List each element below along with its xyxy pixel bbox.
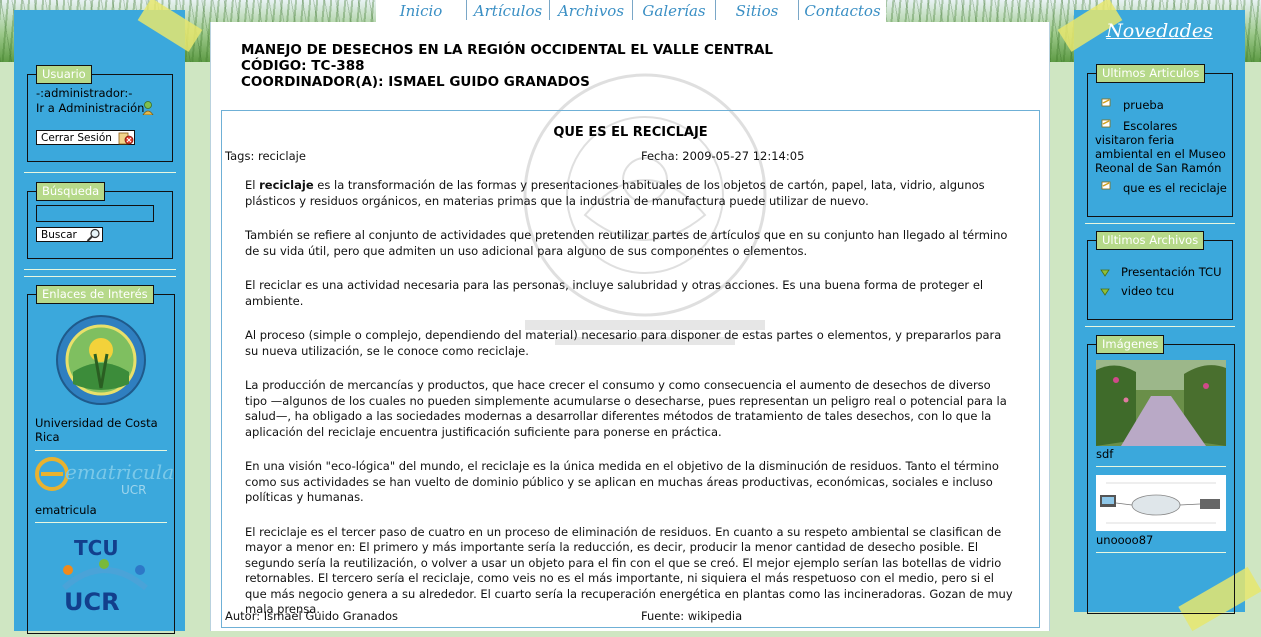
article-paragraph: El reciclaje es el tercer paso de cuatro…	[245, 524, 1013, 617]
divider	[24, 172, 176, 173]
article-date: Fecha: 2009-05-27 12:14:05	[641, 149, 805, 163]
ultimos-archivos-panel	[1087, 240, 1233, 320]
logout-button-label: Cerrar Sesión	[41, 132, 112, 144]
ultimos-archivos-legend: Ultimos Archivos	[1096, 231, 1205, 250]
article-paragraph: También se refiere al conjunto de activi…	[245, 228, 1008, 258]
search-input[interactable]	[36, 205, 154, 222]
article-paragraph: En una visión "eco-lógica" del mundo, el…	[245, 459, 999, 504]
search-button-label: Buscar	[41, 229, 77, 241]
busqueda-panel	[27, 191, 173, 259]
articulo-link[interactable]: prueba	[1123, 98, 1164, 112]
tcu-logo-bottom: UCR	[64, 588, 120, 616]
article-paragraph: Al proceso (simple o complejo, dependien…	[245, 328, 1002, 358]
article-body: El reciclaje es la transformación de las…	[245, 178, 1015, 637]
article-paragraph: El reciclaje es la transformación de las…	[245, 178, 1015, 209]
bold-term: reciclaje	[259, 178, 314, 192]
divider	[24, 269, 176, 270]
user-icon	[142, 101, 154, 115]
ematricula-logo[interactable]: ematricula UCR	[35, 456, 174, 498]
article-source: Fuente: wikipedia	[641, 609, 743, 623]
gallery-caption: sdf	[1096, 447, 1114, 461]
search-icon	[86, 228, 100, 242]
nav-contactos[interactable]: Contactos	[798, 0, 886, 20]
article-paragraph: La producción de mercancías y productos,…	[245, 378, 1007, 439]
tcu-logo-top: TCU	[74, 536, 119, 560]
enlaces-legend: Enlaces de Interés	[36, 285, 154, 304]
article-icon	[1101, 181, 1111, 190]
article-icon	[1101, 98, 1111, 107]
article-author: Autor: Ismael Guido Granados	[225, 609, 399, 623]
usuario-legend: Usuario	[36, 65, 92, 84]
page-header: MANEJO DE DESECHOS EN LA REGIÓN OCCIDENT…	[241, 42, 773, 90]
divider	[1096, 466, 1226, 467]
gallery-thumb-garden[interactable]	[1096, 360, 1226, 446]
divider	[1085, 223, 1235, 224]
ucr-link[interactable]: Universidad de Costa Rica	[35, 416, 165, 444]
ematricula-logo-text: ematricula	[65, 460, 175, 484]
archivo-link[interactable]: video tcu	[1121, 284, 1174, 298]
divider	[1085, 326, 1235, 327]
file-icon	[1100, 269, 1110, 277]
header-title: MANEJO DE DESECHOS EN LA REGIÓN OCCIDENT…	[241, 42, 774, 58]
divider	[24, 276, 176, 277]
paragraph-text: es la transformación de las formas y pre…	[245, 178, 985, 208]
divider	[35, 522, 167, 523]
tcu-logo[interactable]: TCU UCR	[42, 536, 162, 631]
gallery-caption: unoooo87	[1096, 533, 1154, 547]
logout-icon	[118, 132, 134, 145]
tcu-people-icon	[61, 559, 148, 591]
nav-inicio[interactable]: Inicio	[376, 0, 466, 20]
articulo-link[interactable]: que es el reciclaje	[1123, 181, 1227, 195]
nav-sitios[interactable]: Sitios	[715, 0, 798, 20]
article-title: QUE ES EL RECICLAJE	[553, 125, 708, 140]
busqueda-legend: Búsqueda	[36, 182, 106, 201]
main-nav: Inicio Artículos Archivos Galerías Sitio…	[376, 0, 886, 22]
divider	[35, 450, 167, 451]
article-tags: Tags: reciclaje	[225, 149, 306, 163]
imagenes-legend: Imágenes	[1096, 335, 1165, 354]
nav-galerias[interactable]: Galerías	[632, 0, 715, 20]
header-code: CÓDIGO: TC-388	[241, 58, 365, 74]
ucr-logo[interactable]	[55, 314, 147, 406]
nav-articulos[interactable]: Artículos	[466, 0, 549, 20]
archivo-link[interactable]: Presentación TCU	[1121, 265, 1222, 279]
novedades-title[interactable]: Novedades	[1074, 20, 1245, 42]
header-coordinator: COORDINADOR(A): ISMAEL GUIDO GRANADOS	[241, 74, 590, 90]
articulo-link[interactable]: Escolares visitaron feria ambiental en e…	[1095, 119, 1229, 175]
username-text: -:administrador:-	[36, 86, 133, 100]
gallery-thumb-diagram[interactable]	[1096, 475, 1226, 531]
paragraph-text: El	[245, 178, 260, 192]
nav-archivos[interactable]: Archivos	[549, 0, 632, 20]
divider	[1096, 552, 1226, 553]
ematricula-logo-ucr: UCR	[121, 483, 147, 497]
ematricula-link[interactable]: ematricula	[35, 503, 97, 517]
article-paragraph: El reciclar es una actividad necesaria p…	[245, 278, 984, 308]
admin-link[interactable]: Ir a Administración	[36, 101, 144, 115]
ultimos-articulos-legend: Ultimos Articulos	[1096, 64, 1206, 83]
file-icon	[1100, 288, 1110, 296]
